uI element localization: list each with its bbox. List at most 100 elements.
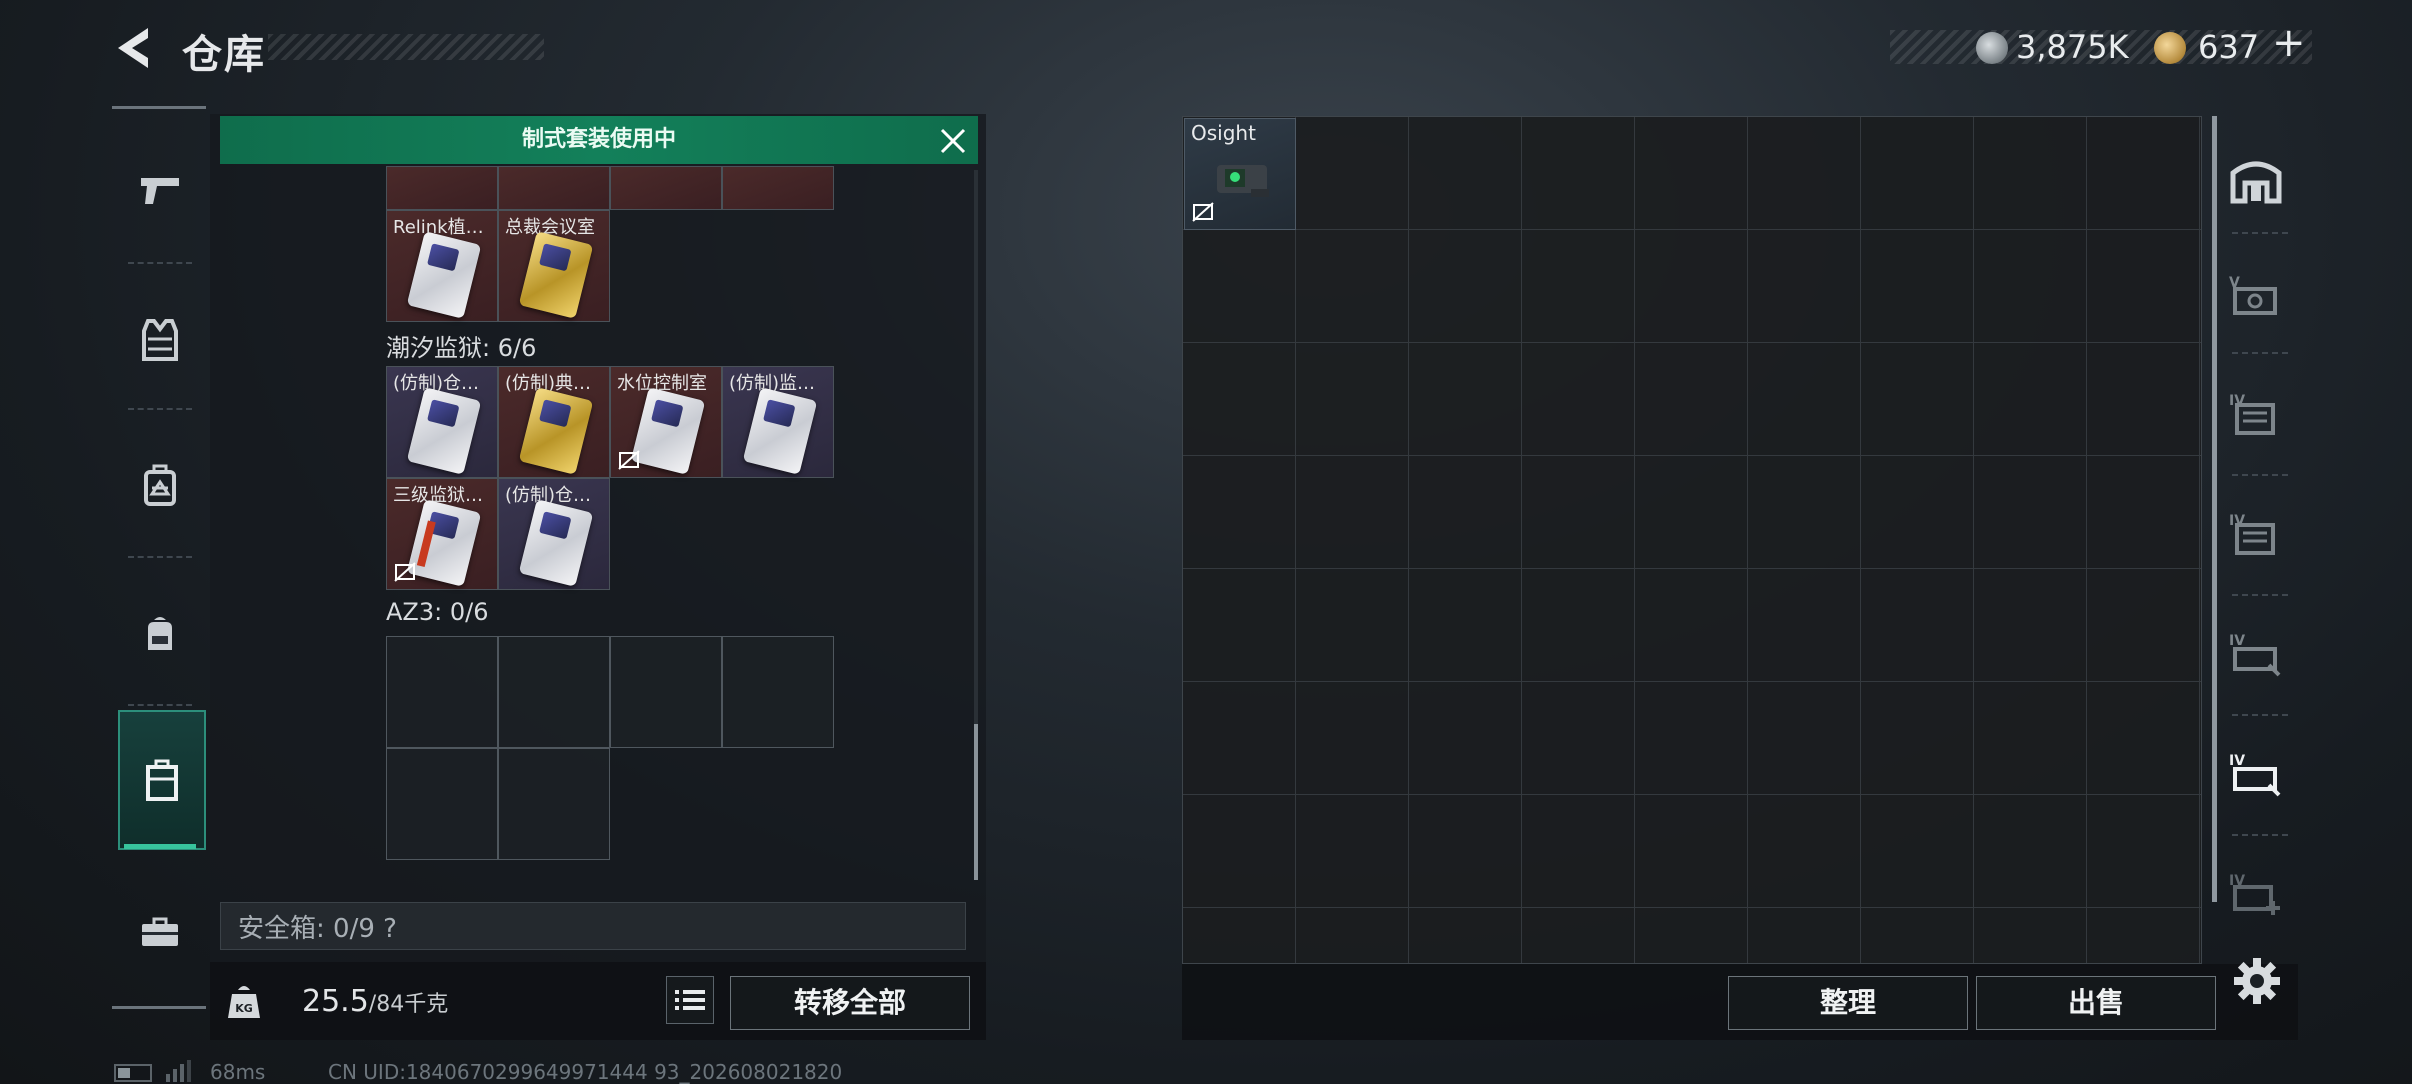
home-icon <box>2230 161 2282 204</box>
tab-divider <box>2232 232 2288 234</box>
stash-tab-scroll-thumb[interactable] <box>2212 116 2217 902</box>
sidebar-item-chest-rig[interactable] <box>118 416 202 556</box>
stash-item-sight[interactable]: Osight <box>1184 118 1296 230</box>
sidebar-divider <box>128 262 192 264</box>
no-insure-icon <box>394 562 416 582</box>
stash-tab-icon-5: IV <box>2229 753 2281 797</box>
stash-tab-2[interactable]: IV <box>2226 384 2286 444</box>
silver-coin-icon <box>1976 32 2008 64</box>
svg-text:IV: IV <box>2229 753 2245 769</box>
sidebar-bottom-line <box>112 1006 206 1009</box>
sidebar-top-line <box>112 106 206 109</box>
empty-slot[interactable] <box>386 636 498 748</box>
keycard-icon <box>406 387 482 475</box>
stash-tab-3[interactable]: IV <box>2226 504 2286 564</box>
uid-readout: CN UID:1840670299649971444 93_2026080218… <box>328 1060 843 1084</box>
settings-gear-icon[interactable] <box>2232 956 2282 1006</box>
kit-banner-text: 制式套装使用中 <box>521 127 676 152</box>
medkit-icon <box>142 917 178 946</box>
silver-balance: 3,875K <box>2016 28 2129 66</box>
empty-slot[interactable] <box>498 748 610 860</box>
keycard-icon <box>518 387 594 475</box>
stash-tab-icon-2: IV <box>2229 393 2275 435</box>
tab-divider <box>2232 714 2288 716</box>
stash-grid[interactable] <box>1182 116 2202 964</box>
keycard-item[interactable]: (仿制)仓… <box>498 478 610 590</box>
keycard-item[interactable]: (仿制)仓… <box>386 366 498 478</box>
group-label: 潮汐监狱: 6/6 <box>386 334 537 362</box>
item-slot-partial[interactable] <box>498 166 610 210</box>
gold-balance: 637 <box>2198 28 2260 66</box>
sidebar-item-weapon[interactable] <box>118 120 202 260</box>
keycard-icon <box>406 499 482 587</box>
keycard-icon <box>406 231 482 319</box>
stash-tab-home[interactable] <box>2226 150 2286 210</box>
sort-button[interactable]: 整理 <box>1728 976 1968 1030</box>
item-slot-partial[interactable] <box>610 166 722 210</box>
stash-tab-add-icon: IV <box>2229 873 2280 915</box>
keycard-icon <box>630 387 706 475</box>
empty-slot[interactable] <box>498 636 610 748</box>
stash-tab-add[interactable]: IV <box>2226 864 2286 924</box>
empty-slot[interactable] <box>722 636 834 748</box>
add-currency-button[interactable]: + <box>2272 20 2306 66</box>
weight-current: 25.5 <box>302 984 369 1019</box>
transfer-all-button[interactable]: 转移全部 <box>730 976 970 1030</box>
sight-icon <box>1217 165 1269 197</box>
signal-icon <box>166 1060 191 1082</box>
stash-tab-5[interactable]: IV <box>2226 744 2286 804</box>
scrollbar-thumb[interactable] <box>974 724 978 880</box>
weight-icon: KG <box>228 986 260 1018</box>
tab-divider <box>2232 474 2288 476</box>
safebox-label: 安全箱: 0/9 ? <box>238 914 397 944</box>
item-slot-partial[interactable] <box>386 166 498 210</box>
keycard-item[interactable]: 总裁会议室 <box>498 210 610 322</box>
active-tab-indicator <box>124 844 196 849</box>
svg-text:KG: KG <box>235 1002 253 1015</box>
keycard-item[interactable]: 水位控制室 <box>610 366 722 478</box>
stash-tab-icon-4: IV <box>2229 633 2281 677</box>
list-view-button[interactable] <box>666 976 714 1024</box>
tab-divider <box>2232 352 2288 354</box>
chest-rig-icon <box>144 464 176 506</box>
stash-tab-1[interactable]: V <box>2226 266 2286 326</box>
sidebar-divider <box>128 704 192 706</box>
empty-slot[interactable] <box>610 636 722 748</box>
title-decoration <box>268 34 544 60</box>
back-arrow-icon[interactable] <box>112 24 156 72</box>
keycard-item[interactable]: (仿制)典… <box>498 366 610 478</box>
vest-icon <box>142 319 178 361</box>
close-icon[interactable] <box>936 124 970 158</box>
pistol-icon <box>141 178 179 204</box>
backpack-icon <box>148 617 172 650</box>
weight-max: /84千克 <box>368 992 449 1017</box>
group-label: AZ3: 0/6 <box>386 598 489 626</box>
page-title: 仓库 <box>182 32 266 78</box>
keycard-icon <box>518 499 594 587</box>
secure-container-icon <box>146 759 178 801</box>
weight-readout: 25.5/84千克 <box>302 984 448 1019</box>
sidebar-divider <box>128 556 192 558</box>
sidebar-item-armor[interactable] <box>118 270 202 410</box>
sidebar-item-medkit[interactable] <box>118 862 202 1002</box>
sell-button[interactable]: 出售 <box>1976 976 2216 1030</box>
keycard-item[interactable]: Relink植… <box>386 210 498 322</box>
stash-tab-4[interactable]: IV <box>2226 624 2286 684</box>
stash-tab-icon-1: V <box>2229 275 2277 315</box>
tab-divider <box>2232 834 2288 836</box>
svg-text:IV: IV <box>2229 633 2245 649</box>
keycard-item[interactable]: (仿制)监… <box>722 366 834 478</box>
empty-slot[interactable] <box>386 748 498 860</box>
stash-tab-icon-3: IV <box>2229 513 2275 555</box>
item-slot-partial[interactable] <box>722 166 834 210</box>
sidebar-item-backpack[interactable] <box>118 564 202 704</box>
tab-divider <box>2232 594 2288 596</box>
item-name: Osight <box>1191 121 1256 145</box>
sidebar-item-secure-container[interactable] <box>118 710 206 850</box>
keycard-icon <box>742 387 818 475</box>
keycard-icon <box>518 231 594 319</box>
keycard-item[interactable]: 三级监狱… <box>386 478 498 590</box>
sidebar-divider <box>128 408 192 410</box>
list-icon <box>675 990 705 1010</box>
gold-coin-icon <box>2154 32 2186 64</box>
